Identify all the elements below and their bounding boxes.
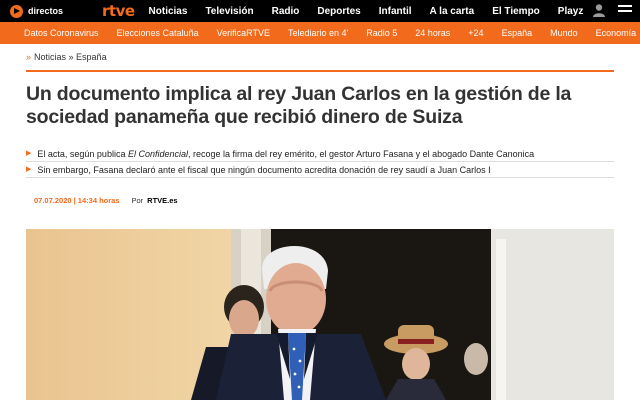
breadcrumb: » Noticias » España xyxy=(26,52,107,62)
breadcrumb-item-espana[interactable]: España xyxy=(76,52,107,62)
nav-item-deportes[interactable]: Deportes xyxy=(317,6,360,17)
article-source[interactable]: RTVE.es xyxy=(147,196,177,205)
directos-link[interactable]: directos xyxy=(0,0,96,22)
orange-divider xyxy=(26,70,614,72)
nav-item-radio[interactable]: Radio xyxy=(272,6,300,17)
directos-label: directos xyxy=(28,6,64,16)
breadcrumb-item-noticias[interactable]: Noticias xyxy=(34,52,66,62)
nav-item-infantil[interactable]: Infantil xyxy=(379,6,412,17)
nav-item-eltiempo[interactable]: El Tiempo xyxy=(492,6,540,17)
publish-date: 07.07.2020 | 14:34 horas xyxy=(34,196,120,205)
subnav-item[interactable]: VerificaRTVE xyxy=(217,28,270,38)
subnav-item[interactable]: España xyxy=(502,28,533,38)
nav-item-alacarta[interactable]: A la carta xyxy=(430,6,475,17)
subnav-item[interactable]: 24 horas xyxy=(415,28,450,38)
rtve-logo[interactable]: rtve xyxy=(102,0,135,22)
nav-item-playz[interactable]: Playz xyxy=(558,6,584,17)
summary-text: Sin embargo, Fasana declaró ante el fisc… xyxy=(37,164,491,175)
section-nav-bar: Datos Coronavirus Elecciones Cataluña Ve… xyxy=(0,22,640,44)
subnav-item[interactable]: Mundo xyxy=(550,28,578,38)
main-nav: Noticias Televisión Radio Deportes Infan… xyxy=(149,0,602,22)
summary-text: El acta, según publica El Confidencial, … xyxy=(37,148,535,159)
top-navigation-bar: directos rtve Noticias Televisión Radio … xyxy=(0,0,640,22)
subnav-item[interactable]: Elecciones Cataluña xyxy=(117,28,199,38)
play-icon xyxy=(10,4,23,18)
bullet-arrow-icon: ▶ xyxy=(26,149,32,157)
bullet-arrow-icon: ▶ xyxy=(26,165,32,173)
subnav-item[interactable]: Datos Coronavirus xyxy=(24,28,99,38)
breadcrumb-separator-icon: » xyxy=(66,52,77,62)
subnav-item[interactable]: Telediario en 4' xyxy=(288,28,348,38)
hamburger-menu-icon[interactable] xyxy=(618,5,632,17)
article-meta: 07.07.2020 | 14:34 horas Por RTVE.es xyxy=(34,196,178,205)
article-summary: ▶ El acta, según publica El Confidencial… xyxy=(26,146,614,178)
subnav-item[interactable]: Radio 5 xyxy=(366,28,397,38)
by-label: Por xyxy=(131,196,144,205)
nav-item-noticias[interactable]: Noticias xyxy=(149,6,188,17)
subnav-item[interactable]: Economía xyxy=(596,28,637,38)
article-headline: Un documento implica al rey Juan Carlos … xyxy=(26,83,572,128)
subnav-item[interactable]: +24 xyxy=(468,28,483,38)
summary-item: ▶ Sin embargo, Fasana declaró ante el fi… xyxy=(26,162,614,178)
user-icon[interactable] xyxy=(592,3,606,17)
breadcrumb-separator-icon: » xyxy=(26,52,32,62)
summary-item: ▶ El acta, según publica El Confidencial… xyxy=(26,146,614,162)
article-photo xyxy=(26,229,614,400)
nav-item-television[interactable]: Televisión xyxy=(205,6,253,17)
